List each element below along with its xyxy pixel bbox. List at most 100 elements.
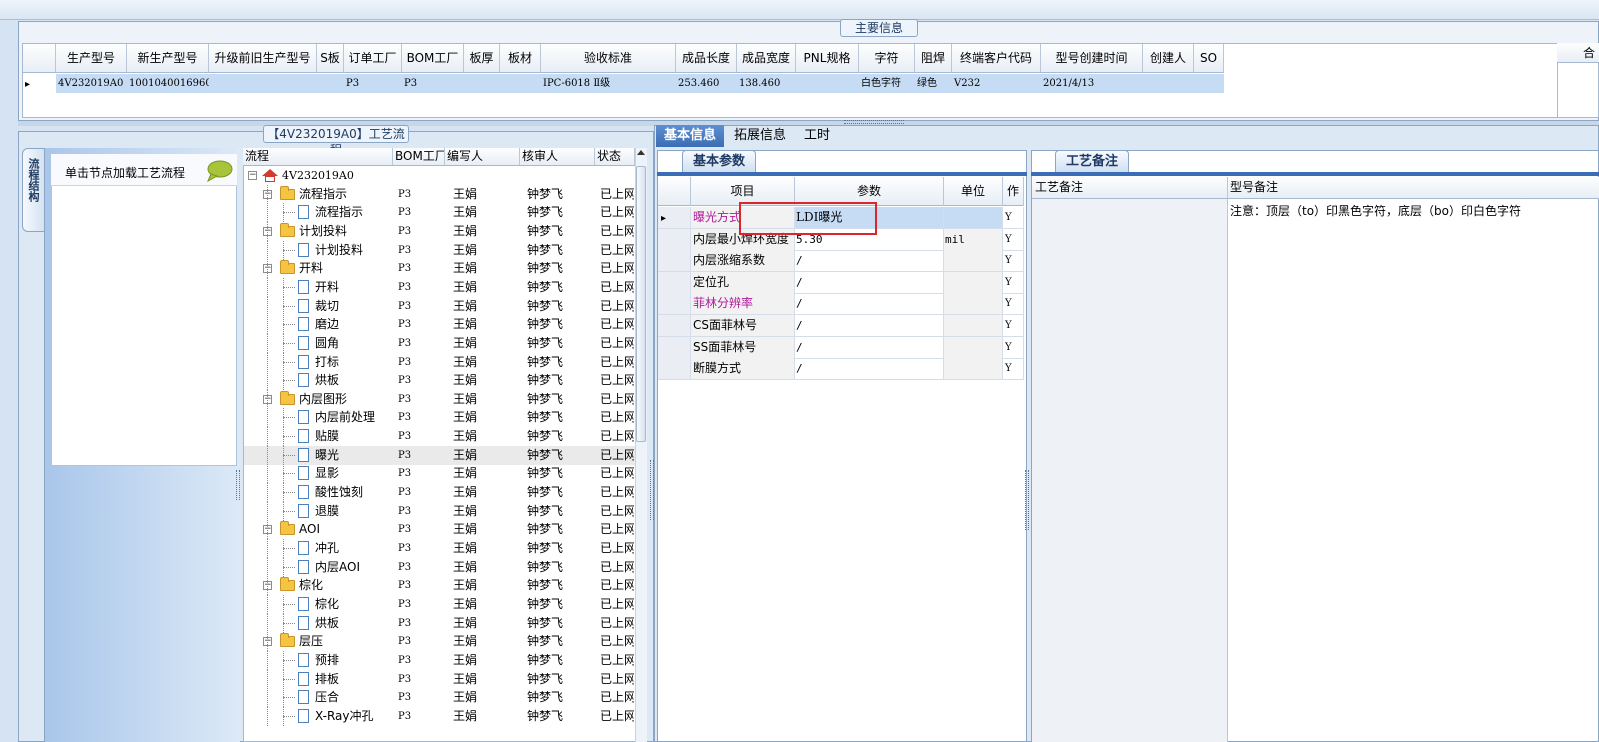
params-unit-cell[interactable] <box>944 207 1003 228</box>
tree-node-row[interactable]: 预排 P3 王娟 钟梦飞 已上网 <box>244 650 635 670</box>
main-info-cell[interactable] <box>1143 74 1194 93</box>
params-row-indicator[interactable] <box>658 271 691 293</box>
collapse-icon[interactable]: − <box>248 171 257 180</box>
tab-extended-info[interactable]: 拓展信息 <box>726 125 794 147</box>
tree-root-row[interactable]: − 4V232019A0 <box>244 166 635 185</box>
main-info-cell[interactable]: IPC-6018 Ⅱ级 <box>541 74 676 93</box>
params-row-indicator[interactable] <box>658 228 691 250</box>
tree-node-row[interactable]: X-Ray冲孔 P3 王娟 钟梦飞 已上网 <box>244 706 635 726</box>
params-row-indicator[interactable] <box>658 336 691 358</box>
main-info-cell[interactable]: P3 <box>344 74 402 93</box>
main-info-cell[interactable] <box>500 74 541 93</box>
tree-status-cell: 已上网 <box>600 708 634 723</box>
tree-node-row[interactable]: 曝光 P3 王娟 钟梦飞 已上网 <box>244 445 635 465</box>
tree-status-cell: 已上网 <box>600 503 634 518</box>
tree-node-row[interactable]: − AOI P3 王娟 钟梦飞 已上网 <box>244 520 635 540</box>
params-value-cell[interactable]: / <box>795 336 944 358</box>
process-tree-scroll-thumb[interactable] <box>636 166 646 442</box>
tab-process-remarks[interactable]: 工艺备注 <box>1055 150 1129 172</box>
params-row-indicator[interactable] <box>658 358 691 380</box>
main-info-cell[interactable]: 253.460 <box>676 74 737 93</box>
tree-node-row[interactable]: 显影 P3 王娟 钟梦飞 已上网 <box>244 464 635 484</box>
main-info-data-row[interactable]: ▸ 4V232019A010010400169609 P3P3 IPC-6018 Ⅱ级… <box>23 74 1224 93</box>
tree-node-row[interactable]: − 开料 P3 王娟 钟梦飞 已上网 <box>244 259 635 279</box>
params-row[interactable]: 菲林分辨率 / Y <box>658 293 1024 316</box>
tree-node-row[interactable]: 贴膜 P3 王娟 钟梦飞 已上网 <box>244 427 635 447</box>
params-row-indicator[interactable] <box>658 293 691 315</box>
middle-panel-grip[interactable] <box>650 460 654 520</box>
process-remark-cell[interactable] <box>1032 199 1228 742</box>
tree-node-row[interactable]: 烘板 P3 王娟 钟梦飞 已上网 <box>244 613 635 633</box>
left-panel-grip[interactable] <box>236 470 240 500</box>
tree-node-row[interactable]: 开料 P3 王娟 钟梦飞 已上网 <box>244 277 635 297</box>
tree-node-row[interactable]: 排板 P3 王娟 钟梦飞 已上网 <box>244 669 635 689</box>
main-info-cell[interactable] <box>464 74 500 93</box>
params-unit-cell[interactable] <box>944 315 1003 336</box>
tree-node-row[interactable]: 压合 P3 王娟 钟梦飞 已上网 <box>244 688 635 708</box>
tab-work-hours[interactable]: 工时 <box>796 125 838 147</box>
params-value-cell[interactable]: / <box>795 293 944 315</box>
main-info-title: 主要信息 <box>840 19 918 37</box>
main-info-cell[interactable]: 10010400169609 <box>127 74 209 93</box>
params-value-cell[interactable]: / <box>795 250 944 272</box>
main-info-col-header: BOM工厂 <box>402 44 464 72</box>
tree-node-row[interactable]: − 层压 P3 王娟 钟梦飞 已上网 <box>244 632 635 652</box>
params-unit-cell[interactable] <box>944 336 1003 358</box>
main-info-cell[interactable]: V232 <box>952 74 1041 93</box>
tree-node-row[interactable]: − 计划投料 P3 王娟 钟梦飞 已上网 <box>244 221 635 241</box>
tree-node-row[interactable]: 退膜 P3 王娟 钟梦飞 已上网 <box>244 501 635 521</box>
tree-connector <box>283 622 295 624</box>
main-info-cell[interactable]: 138.460 <box>737 74 796 93</box>
tree-node-row[interactable]: 打标 P3 王娟 钟梦飞 已上网 <box>244 352 635 372</box>
params-row-indicator[interactable]: ▸ <box>658 207 691 228</box>
model-remark-text[interactable]: 注意：顶层（to）印黑色字符，底层（bo）印白色字符 <box>1230 202 1521 219</box>
tree-node-row[interactable]: 内层AOI P3 王娟 钟梦飞 已上网 <box>244 557 635 577</box>
main-info-cell[interactable] <box>1194 74 1224 93</box>
main-info-cell[interactable]: P3 <box>402 74 464 93</box>
tree-node-row[interactable]: 酸性蚀刻 P3 王娟 钟梦飞 已上网 <box>244 483 635 503</box>
main-info-cell[interactable] <box>317 74 344 93</box>
params-value-cell[interactable]: / <box>795 358 944 380</box>
row-indicator[interactable]: ▸ <box>23 74 56 93</box>
tree-node-row[interactable]: 烘板 P3 王娟 钟梦飞 已上网 <box>244 371 635 391</box>
params-unit-cell[interactable] <box>944 271 1003 293</box>
main-info-cell[interactable]: 2021/4/13 <box>1041 74 1143 93</box>
tree-node-row[interactable]: − 流程指示 P3 王娟 钟梦飞 已上网 <box>244 184 635 204</box>
main-info-cell[interactable]: 绿色 <box>915 74 952 93</box>
main-info-cell[interactable] <box>796 74 859 93</box>
tree-node-row[interactable]: 冲孔 P3 王娟 钟梦飞 已上网 <box>244 539 635 558</box>
params-unit-cell[interactable] <box>944 250 1003 272</box>
params-row-indicator[interactable] <box>658 250 691 272</box>
tree-node-row[interactable]: 内层前处理 P3 王娟 钟梦飞 已上网 <box>244 408 635 428</box>
main-info-cell[interactable]: 4V232019A0 <box>56 74 127 93</box>
params-row[interactable]: SS面菲林号 / Y <box>658 336 1024 359</box>
params-row[interactable]: CS面菲林号 / Y <box>658 315 1024 337</box>
params-item-cell: CS面菲林号 <box>691 315 795 336</box>
params-row[interactable]: 定位孔 / Y <box>658 271 1024 294</box>
tree-node-row[interactable]: 圆角 P3 王娟 钟梦飞 已上网 <box>244 333 635 353</box>
params-value-cell[interactable]: / <box>795 271 944 293</box>
params-flag-cell: Y <box>1003 336 1024 358</box>
params-unit-cell[interactable]: mil <box>944 228 1003 250</box>
params-row[interactable]: 内层涨缩系数 / Y <box>658 250 1024 273</box>
params-unit-cell[interactable] <box>944 293 1003 315</box>
main-info-cell[interactable] <box>209 74 317 93</box>
right-panel-grip[interactable] <box>1025 470 1029 530</box>
tree-node-row[interactable]: 磨边 P3 王娟 钟梦飞 已上网 <box>244 315 635 335</box>
params-row-indicator[interactable] <box>658 315 691 336</box>
tree-node-row[interactable]: 棕化 P3 王娟 钟梦飞 已上网 <box>244 594 635 614</box>
tree-node-row[interactable]: 裁切 P3 王娟 钟梦飞 已上网 <box>244 296 635 316</box>
tree-node-row[interactable]: − 内层图形 P3 王娟 钟梦飞 已上网 <box>244 389 635 409</box>
tree-node-row[interactable]: 流程指示 P3 王娟 钟梦飞 已上网 <box>244 203 635 223</box>
tab-basic-params[interactable]: 基本参数 <box>682 150 756 172</box>
tree-node-row[interactable]: − 棕化 P3 王娟 钟梦飞 已上网 <box>244 576 635 596</box>
main-info-cell[interactable]: 白色字符 <box>859 74 915 93</box>
params-row[interactable]: 断膜方式 / Y <box>658 358 1024 381</box>
tree-bom-cell: P3 <box>398 188 412 200</box>
tab-basic-info[interactable]: 基本信息 <box>656 125 725 147</box>
params-unit-cell[interactable] <box>944 358 1003 380</box>
tree-node-row[interactable]: 计划投料 P3 王娟 钟梦飞 已上网 <box>244 240 635 260</box>
params-value-cell[interactable]: / <box>795 315 944 336</box>
tree-bom-cell: P3 <box>398 375 412 387</box>
tree-node-label: 曝光 <box>315 447 340 462</box>
